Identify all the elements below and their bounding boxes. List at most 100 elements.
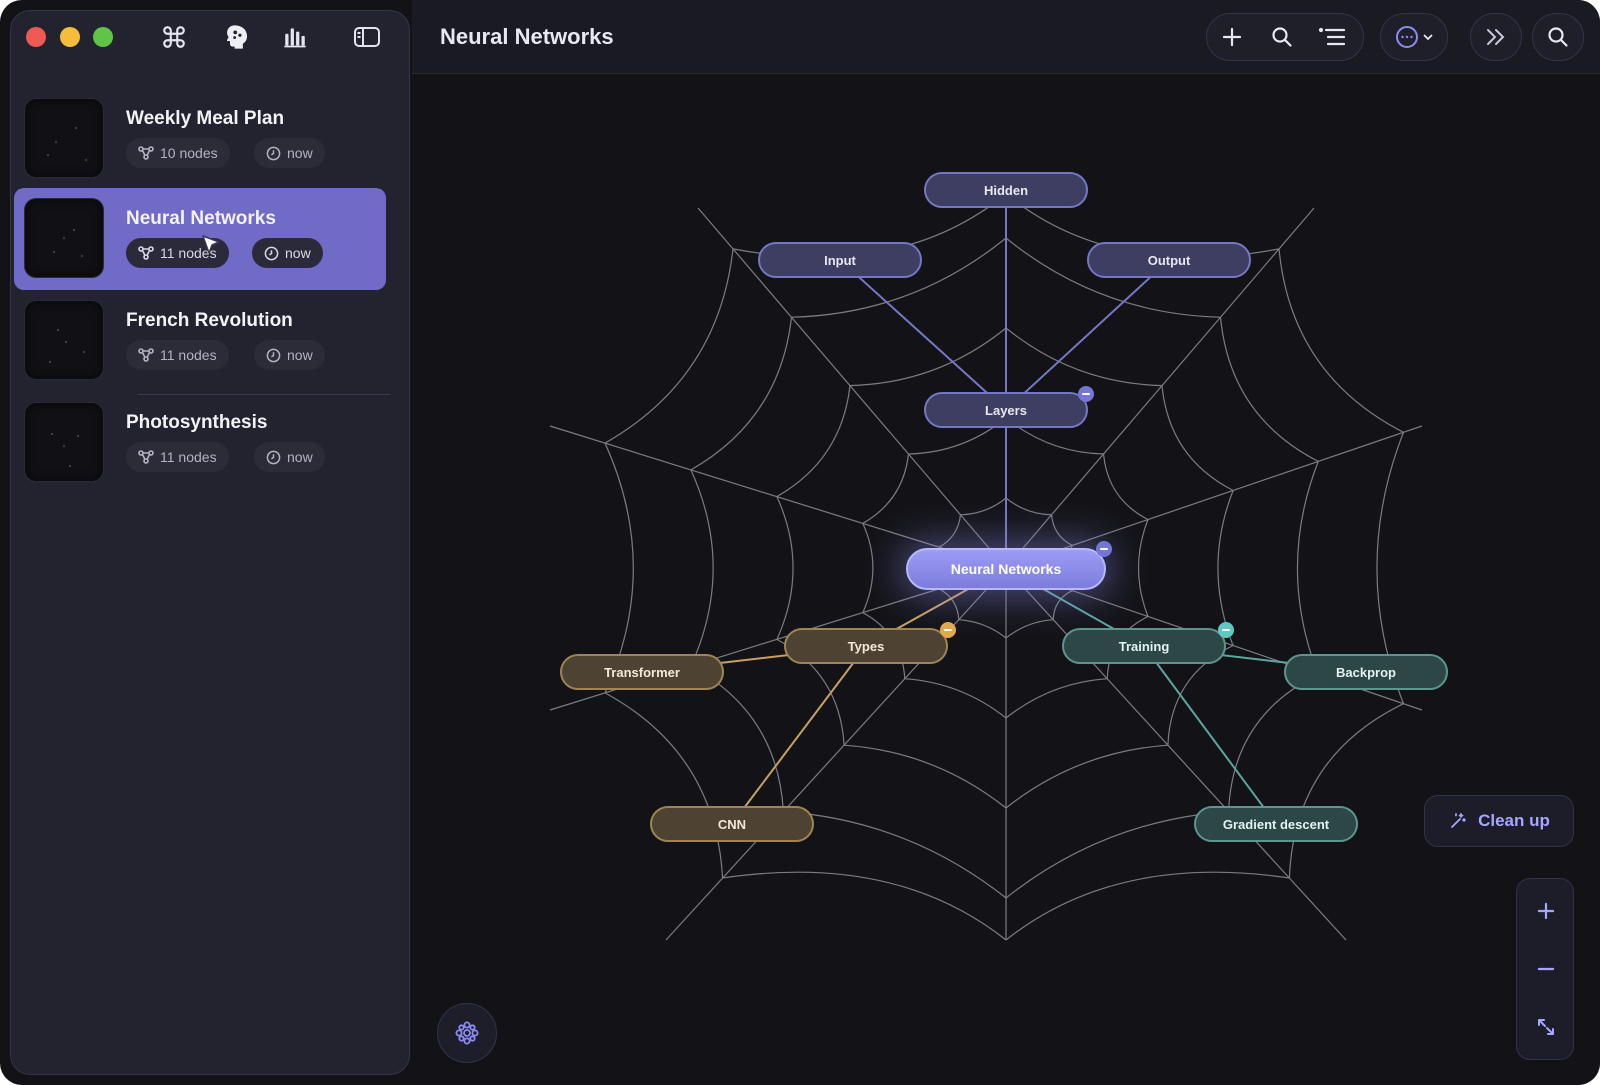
web-ring bbox=[690, 469, 714, 667]
web-ring bbox=[604, 692, 724, 879]
title-bar: Neural Networks bbox=[412, 0, 1600, 74]
web-spoke bbox=[1005, 425, 1423, 569]
brain-icon[interactable] bbox=[220, 20, 254, 54]
nodes-icon bbox=[138, 348, 154, 362]
mouse-cursor-icon bbox=[202, 235, 220, 254]
web-ring bbox=[849, 327, 1007, 387]
zoom-in-icon[interactable] bbox=[1517, 883, 1575, 939]
more-menu-icon bbox=[1381, 25, 1447, 49]
global-search-icon[interactable] bbox=[1532, 13, 1584, 61]
clock-icon bbox=[266, 348, 281, 362]
web-ring bbox=[1050, 514, 1073, 546]
web-ring bbox=[722, 871, 1007, 941]
web-ring bbox=[1005, 871, 1290, 941]
web-ring bbox=[1296, 461, 1319, 675]
time-badge: now bbox=[254, 340, 325, 370]
web-ring bbox=[960, 497, 1007, 516]
web-spoke bbox=[549, 425, 1007, 569]
collapse-layers-button[interactable] bbox=[1078, 386, 1094, 402]
node-cnn[interactable]: CNN bbox=[650, 806, 814, 842]
item-title: Photosynthesis bbox=[126, 412, 268, 433]
outline-list-icon[interactable] bbox=[1307, 14, 1357, 60]
web-ring bbox=[604, 248, 734, 444]
node-backprop[interactable]: Backprop bbox=[1284, 654, 1448, 690]
fit-screen-icon[interactable] bbox=[1517, 999, 1575, 1055]
close-window-button[interactable] bbox=[26, 27, 46, 47]
node-types[interactable]: Types bbox=[784, 628, 948, 664]
web-ring bbox=[1219, 317, 1319, 462]
node-count-badge: 11 nodes bbox=[126, 340, 229, 370]
node-training[interactable]: Training bbox=[1062, 628, 1226, 664]
node-gradient-descent[interactable]: Gradient descent bbox=[1194, 806, 1358, 842]
sidebar-toggle-icon[interactable] bbox=[350, 20, 384, 54]
list-item-selected[interactable]: Neural Networks 11 nodes now bbox=[14, 188, 386, 290]
maximize-window-button[interactable] bbox=[93, 27, 113, 47]
list-item[interactable]: Photosynthesis 11 nodes now bbox=[14, 392, 386, 494]
search-icon[interactable] bbox=[1257, 14, 1307, 60]
web-ring bbox=[1005, 678, 1108, 719]
node-count: 10 nodes bbox=[160, 145, 218, 161]
chart-bars-icon[interactable] bbox=[278, 20, 312, 54]
web-ring bbox=[844, 744, 1007, 809]
collapse-root-button[interactable] bbox=[1096, 541, 1112, 557]
list-item[interactable]: Weekly Meal Plan 10 nodes now bbox=[14, 88, 386, 190]
nodes-icon bbox=[138, 450, 154, 464]
web-spoke bbox=[1005, 567, 1347, 941]
web-ring bbox=[1228, 674, 1319, 812]
more-menu-button[interactable] bbox=[1380, 13, 1448, 61]
node-connector bbox=[1143, 645, 1277, 825]
web-ring bbox=[904, 678, 1007, 719]
web-ring bbox=[1161, 385, 1234, 492]
nodes-icon bbox=[138, 146, 154, 160]
node-connector bbox=[839, 259, 1007, 411]
magic-wand-icon bbox=[1451, 813, 1466, 828]
collapse-types-button[interactable] bbox=[940, 622, 956, 638]
time-label: now bbox=[287, 145, 313, 161]
web-ring bbox=[1137, 519, 1149, 617]
command-icon[interactable] bbox=[157, 20, 191, 54]
web-ring bbox=[1052, 590, 1073, 620]
clock-icon bbox=[266, 450, 281, 464]
plus-icon[interactable] bbox=[1207, 14, 1257, 60]
web-ring bbox=[938, 514, 962, 548]
time-label: now bbox=[285, 245, 311, 261]
web-ring bbox=[862, 453, 910, 524]
node-layers[interactable]: Layers bbox=[924, 392, 1088, 428]
cleanup-label: Clean up bbox=[1478, 811, 1550, 830]
node-input[interactable]: Input bbox=[758, 242, 922, 278]
map-thumbnail bbox=[24, 402, 104, 482]
web-ring bbox=[783, 811, 1007, 899]
node-count: 11 nodes bbox=[160, 449, 217, 465]
node-count-badge: 11 nodes bbox=[126, 442, 229, 472]
map-thumbnail bbox=[24, 98, 104, 178]
node-transformer[interactable]: Transformer bbox=[560, 654, 724, 690]
nodes-icon bbox=[138, 246, 154, 260]
cleanup-button[interactable]: Clean up bbox=[1424, 795, 1574, 847]
double-chevron-right-icon[interactable] bbox=[1470, 13, 1522, 61]
node-output[interactable]: Output bbox=[1087, 242, 1251, 278]
web-ring bbox=[1288, 703, 1404, 879]
clock-icon bbox=[264, 246, 279, 260]
web-ring bbox=[1005, 744, 1168, 809]
node-hidden[interactable]: Hidden bbox=[924, 172, 1088, 208]
node-connectors bbox=[641, 190, 1367, 825]
minimize-window-button[interactable] bbox=[60, 27, 80, 47]
page-title: Neural Networks bbox=[440, 24, 614, 49]
web-ring bbox=[1005, 327, 1163, 387]
time-label: now bbox=[287, 347, 313, 363]
time-badge: now bbox=[252, 238, 323, 268]
time-badge: now bbox=[254, 138, 325, 168]
list-item[interactable]: French Revolution 11 nodes now bbox=[14, 290, 386, 392]
mindmap-canvas[interactable]: Hidden Input Output Layers Neural Networ… bbox=[412, 74, 1600, 1085]
zoom-out-icon[interactable] bbox=[1517, 941, 1575, 997]
web-ring bbox=[958, 619, 1007, 639]
web-ring bbox=[1102, 453, 1149, 521]
node-count-badge: 10 nodes bbox=[126, 138, 230, 168]
zoom-controls bbox=[1516, 878, 1574, 1060]
collapse-training-button[interactable] bbox=[1218, 622, 1234, 638]
node-connector bbox=[731, 645, 867, 825]
layout-mode-icon[interactable] bbox=[437, 1003, 497, 1063]
node-root[interactable]: Neural Networks bbox=[906, 548, 1106, 590]
node-count: 11 nodes bbox=[160, 347, 217, 363]
toolbar-group bbox=[1206, 13, 1364, 61]
